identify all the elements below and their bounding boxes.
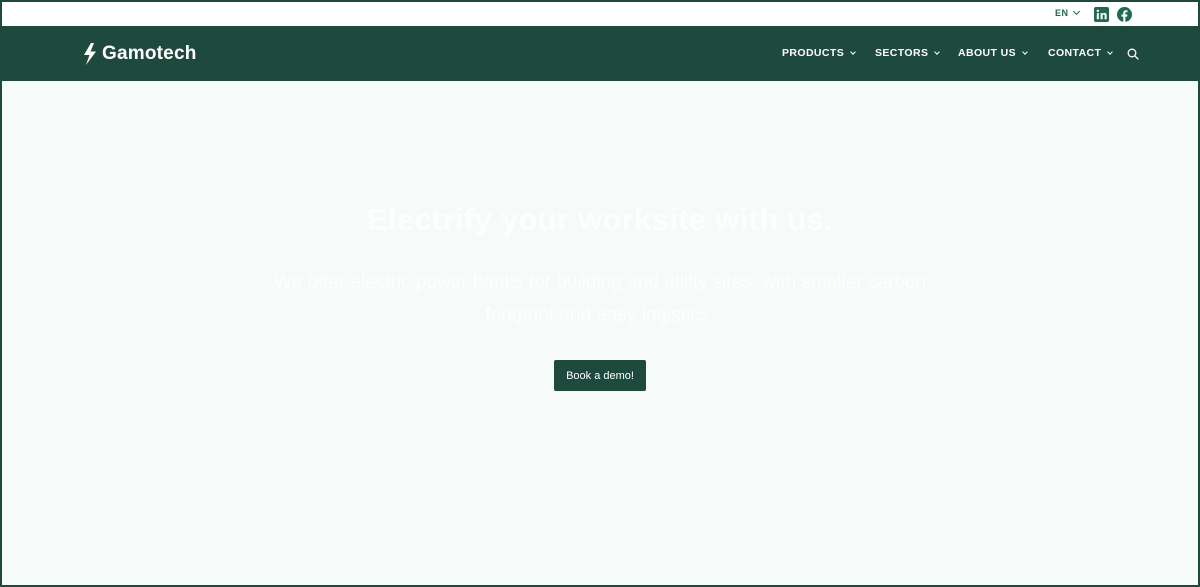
language-selector[interactable]: EN <box>1055 7 1080 18</box>
nav-item-sectors[interactable]: SECTORS <box>875 47 958 59</box>
main-header: Gamotech PRODUCTS SECTORS ABOUT US CONTA… <box>2 26 1198 81</box>
nav-label: SECTORS <box>875 47 929 59</box>
nav-label: CONTACT <box>1048 47 1102 59</box>
page: EN Gamotech PRODUCTS SECTORS ABOUT US CO… <box>2 2 1198 585</box>
hero-subtitle: We offer electric power banks for buildi… <box>274 272 926 326</box>
chevron-down-icon <box>934 48 941 55</box>
brand-logo[interactable]: Gamotech <box>82 43 197 65</box>
chevron-down-icon <box>850 48 856 55</box>
nav-item-about-us[interactable]: ABOUT US <box>958 47 1048 59</box>
chevron-down-icon <box>1022 48 1028 55</box>
nav-item-contact[interactable]: CONTACT <box>1048 47 1120 59</box>
linkedin-icon[interactable] <box>1094 7 1109 22</box>
chevron-down-icon <box>1072 7 1080 16</box>
nav-label: PRODUCTS <box>782 47 845 59</box>
utility-bar: EN <box>2 2 1198 26</box>
nav-item-products[interactable]: PRODUCTS <box>782 47 875 59</box>
brand-name: Gamotech <box>102 43 197 64</box>
search-icon[interactable] <box>1127 48 1139 60</box>
hero-title: Electrify your worksite with us. <box>366 202 834 237</box>
facebook-icon[interactable] <box>1117 7 1132 22</box>
nav-label: ABOUT US <box>958 47 1017 59</box>
main-nav: PRODUCTS SECTORS ABOUT US CONTACT <box>782 47 1120 59</box>
lightning-bolt-icon <box>84 43 96 65</box>
language-label: EN <box>1055 8 1069 18</box>
book-demo-button[interactable]: Book a demo! <box>554 360 646 391</box>
chevron-down-icon <box>1107 48 1114 55</box>
